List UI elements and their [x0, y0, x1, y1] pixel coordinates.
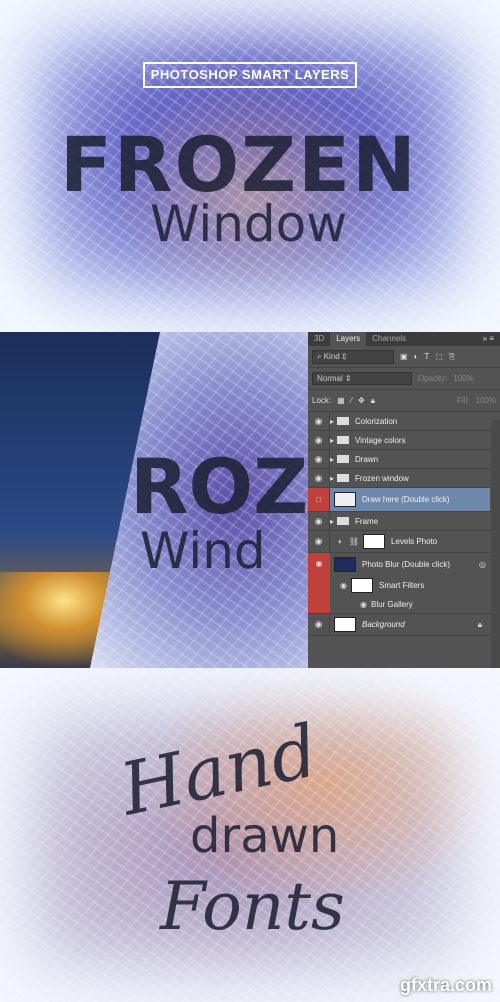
- lock-move-icon[interactable]: ✥: [358, 396, 365, 405]
- folder-icon: [337, 436, 350, 444]
- frost-overlay: ROZ Wind: [90, 332, 330, 668]
- title-window: Window: [150, 195, 348, 253]
- opacity-field[interactable]: 100%: [453, 374, 473, 383]
- blend-mode-select[interactable]: Normal ⇕: [312, 372, 412, 385]
- lock-icon: 🔒︎: [477, 619, 482, 629]
- visibility-eye-icon[interactable]: ◉: [308, 553, 330, 613]
- lock-brush-icon[interactable]: ∕: [351, 396, 352, 405]
- scrollbar[interactable]: [491, 420, 500, 668]
- layer-frame[interactable]: ◉ ▸ Frame: [308, 512, 490, 531]
- layer-drawn[interactable]: ◉ ▸ Drawn: [308, 450, 490, 469]
- art-text-2: Wind: [140, 522, 266, 580]
- lock-label: Lock:: [312, 396, 332, 405]
- layers-list: ◉ ▸ Colorization ◉ ▸ Vintage colors ◉ ▸ Drawn …: [308, 412, 500, 636]
- watermark: gfxtra.com: [399, 975, 492, 995]
- link-icon: ⛓: [348, 537, 359, 546]
- art-drawn: drawn: [190, 808, 340, 864]
- banner: PHOTOSHOP SMART LAYERS: [143, 62, 357, 88]
- visibility-eye-icon[interactable]: ◉: [308, 512, 330, 530]
- visibility-eye-icon[interactable]: ◉: [360, 600, 367, 609]
- opacity-label: Opacity:: [418, 374, 448, 383]
- fill-field[interactable]: 100%: [476, 396, 496, 405]
- folder-icon: [337, 455, 350, 463]
- panel-menu-icon[interactable]: » ≡: [477, 332, 500, 346]
- folder-icon: [337, 417, 350, 425]
- visibility-eye-icon[interactable]: ◉: [308, 431, 330, 449]
- visibility-eye-icon[interactable]: ◉: [340, 581, 347, 590]
- layers-demo: ROZ Wind 3D Layers Channels » ≡ ⌕ Kind ⇕…: [0, 332, 500, 668]
- layer-frozen-window[interactable]: ◉ ▸ Frozen window: [308, 469, 490, 488]
- layers-panel: 3D Layers Channels » ≡ ⌕ Kind ⇕ ▣ ◐ T ⬚ …: [308, 332, 500, 668]
- art-fonts: Fonts: [160, 868, 345, 945]
- frozen-window-preview: PHOTOSHOP SMART LAYERS FROZEN Window: [0, 0, 500, 332]
- lock-all-icon[interactable]: 🔒︎: [371, 396, 375, 406]
- type-filter-icon[interactable]: T: [424, 352, 429, 361]
- art-text-1: ROZ: [130, 442, 309, 531]
- hand-drawn-fonts-preview: Hand drawn Fonts gfxtra.com: [0, 668, 500, 1002]
- adjustment-icon: ◐: [338, 537, 343, 546]
- layer-colorization[interactable]: ◉ ▸ Colorization: [308, 412, 490, 431]
- tab-3d[interactable]: 3D: [308, 332, 330, 346]
- adjustment-filter-icon[interactable]: ◐: [414, 352, 419, 361]
- filter-kind-select[interactable]: ⌕ Kind ⇕: [312, 349, 394, 364]
- layer-draw-here[interactable]: □ Draw here (Double click): [308, 488, 490, 512]
- shape-filter-icon[interactable]: ⬚: [435, 352, 443, 361]
- visibility-eye-icon[interactable]: ◉: [308, 469, 330, 487]
- lock-pixels-icon[interactable]: ▦: [337, 396, 345, 405]
- tab-channels[interactable]: Channels: [366, 332, 412, 346]
- mask-thumbnail: [363, 534, 385, 549]
- layer-smart-filters[interactable]: ◉ Smart Filters: [330, 575, 490, 595]
- folder-icon: [337, 474, 350, 482]
- tab-layers[interactable]: Layers: [330, 332, 367, 346]
- visibility-eye-icon[interactable]: ◉: [308, 412, 330, 430]
- folder-icon: [337, 517, 350, 525]
- layer-photo-blur[interactable]: Photo Blur (Double click) ◎: [330, 553, 490, 575]
- layer-blur-gallery[interactable]: ◉ Blur Gallery: [330, 595, 490, 613]
- visibility-toggle[interactable]: □: [308, 488, 330, 511]
- filter-mask-thumbnail: [350, 577, 373, 593]
- visibility-eye-icon[interactable]: ◉: [308, 614, 330, 635]
- layer-background[interactable]: ◉ Background 🔒︎: [308, 614, 490, 636]
- background-thumbnail: [334, 617, 356, 632]
- visibility-eye-icon[interactable]: ◉: [308, 531, 330, 552]
- image-filter-icon[interactable]: ▣: [400, 352, 408, 361]
- visibility-eye-icon[interactable]: ◉: [308, 450, 330, 468]
- layer-vintage-colors[interactable]: ◉ ▸ Vintage colors: [308, 431, 490, 450]
- smart-object-thumbnail: [334, 492, 356, 507]
- photo-thumbnail: [334, 556, 356, 572]
- fill-label: Fill:: [457, 396, 470, 405]
- smart-filter-icon[interactable]: ◎: [479, 560, 486, 569]
- smart-object-filter-icon[interactable]: ⎘: [449, 352, 455, 362]
- layer-levels-photo[interactable]: ◉ ◐ ⛓ Levels Photo: [308, 531, 490, 553]
